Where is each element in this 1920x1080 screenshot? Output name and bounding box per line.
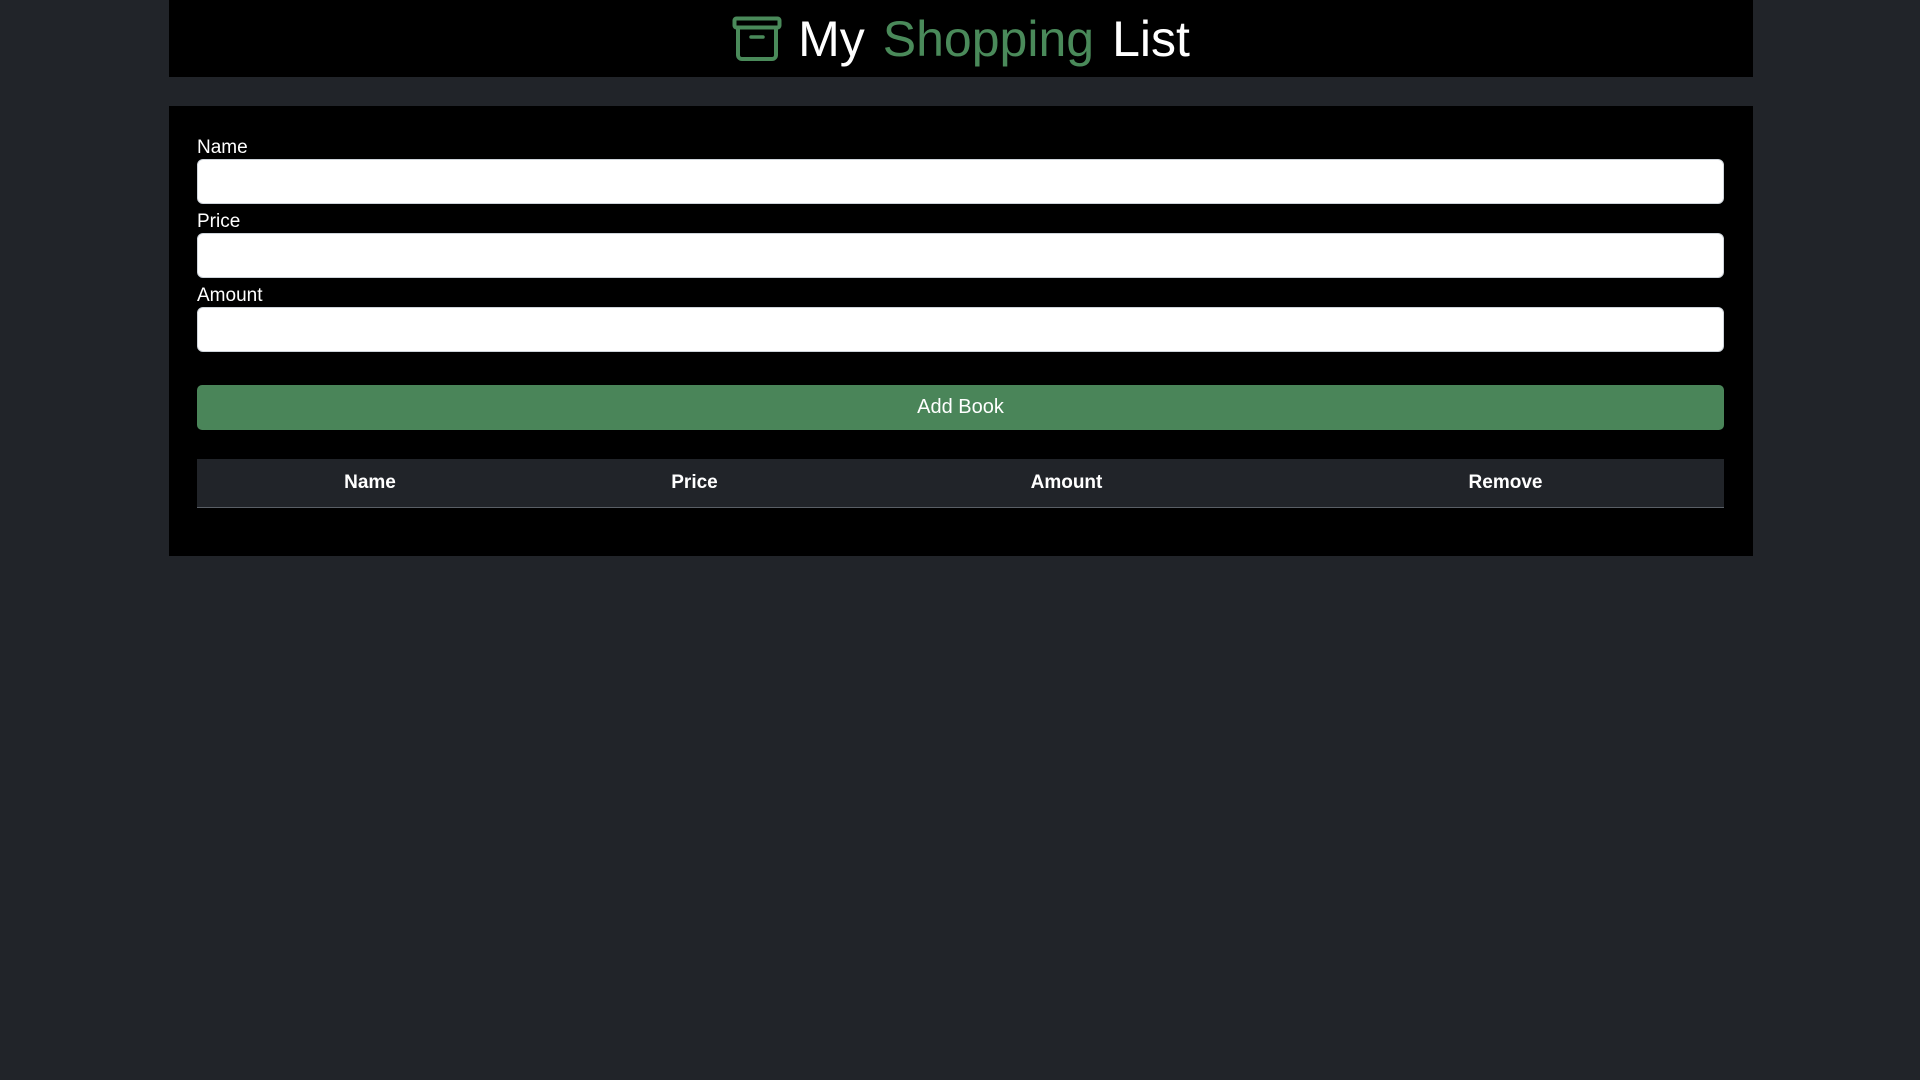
add-item-form: Name Price Amount [197, 136, 1724, 358]
title-word-list: List [1112, 10, 1190, 67]
column-header-name: Name [197, 459, 543, 508]
items-table: Name Price Amount Remove [197, 459, 1724, 508]
shopping-panel: Name Price Amount Add Book Name Price Am… [169, 106, 1753, 556]
add-book-button[interactable]: Add Book [197, 385, 1724, 430]
amount-label: Amount [197, 285, 263, 306]
title-word-my: My [798, 10, 865, 67]
app-header: My Shopping List [169, 0, 1753, 77]
archive-box-icon [732, 16, 782, 62]
column-header-amount: Amount [846, 459, 1287, 508]
price-label: Price [197, 211, 241, 232]
name-label: Name [197, 137, 248, 158]
price-input[interactable] [197, 233, 1724, 278]
page-title: My Shopping List [732, 14, 1190, 64]
table-header-row: Name Price Amount Remove [197, 459, 1724, 508]
column-header-price: Price [543, 459, 846, 508]
amount-input[interactable] [197, 307, 1724, 352]
title-word-shopping: Shopping [882, 10, 1095, 67]
name-input[interactable] [197, 159, 1724, 204]
column-header-remove: Remove [1287, 459, 1724, 508]
